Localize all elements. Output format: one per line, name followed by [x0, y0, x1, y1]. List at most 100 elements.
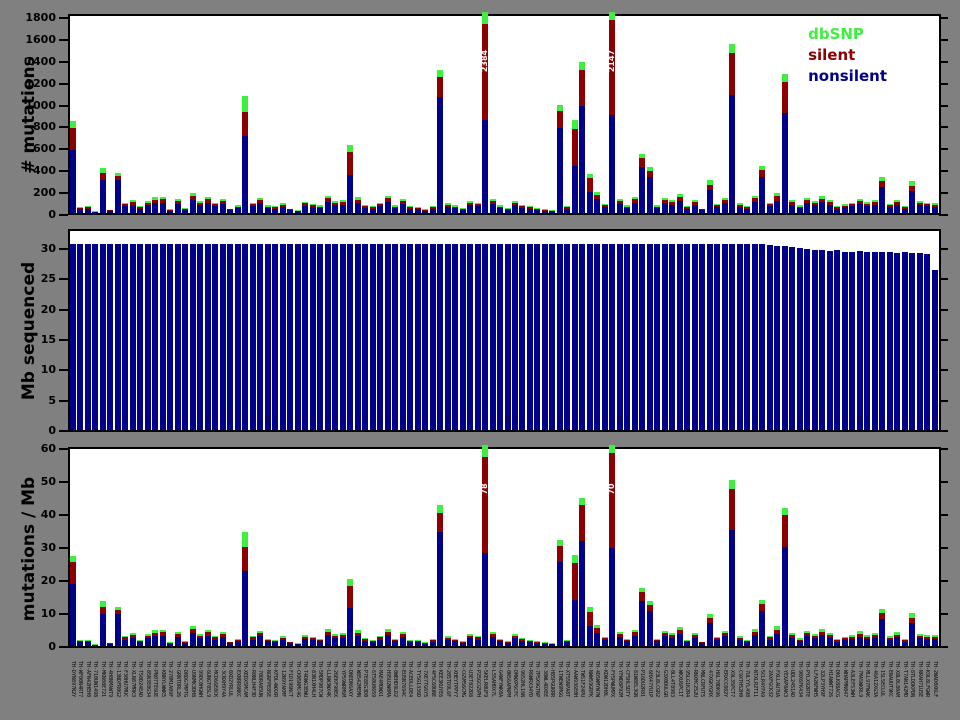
nonsilent-segment: [497, 208, 503, 213]
dbsnp-segment: [609, 445, 616, 454]
nonsilent-segment: [901, 208, 908, 213]
x-tick-label: TH-DMWXP6CFC: [511, 661, 518, 698]
nonsilent-segment: [819, 202, 826, 213]
bar: [144, 634, 151, 646]
y-tick-label: 200: [33, 186, 56, 200]
x-tick-label: TH-P25GCG5PH: [474, 661, 481, 698]
bar: [399, 198, 406, 213]
nonsilent-segment: [924, 639, 931, 646]
nonsilent-segment: [714, 640, 721, 646]
nonsilent-segment: [849, 206, 856, 213]
bar: [167, 209, 174, 213]
y-tick-label: 800: [33, 120, 56, 134]
bar: [467, 200, 474, 213]
bar: [459, 243, 466, 430]
bar: [901, 252, 908, 430]
nonsilent-segment: [167, 643, 174, 646]
nonsilent-segment: [511, 205, 518, 213]
bar: [279, 203, 286, 213]
nonsilent-segment: [422, 210, 429, 213]
bar: [856, 631, 863, 646]
nonsilent-segment: [317, 208, 324, 213]
bar: [699, 243, 706, 430]
nonsilent-segment: [744, 641, 751, 646]
bar: [497, 638, 503, 646]
bar: [122, 202, 129, 213]
y-tick: [939, 339, 948, 341]
nonsilent-segment: [407, 208, 414, 213]
bar: [317, 205, 324, 213]
bar: [556, 104, 563, 213]
bar: [257, 197, 264, 213]
nonsilent-segment: [864, 638, 871, 646]
nonsilent-segment: [826, 205, 833, 213]
x-tick-label: TH-GRNTDRL26: [174, 661, 181, 698]
bar: [212, 635, 219, 646]
bar: [369, 243, 376, 430]
bar: [534, 208, 541, 213]
x-tick-label: TH-KFDL4WXXR: [272, 661, 279, 698]
nonsilent-segment: [646, 610, 653, 646]
y-tick-label: 20: [40, 302, 56, 316]
x-tick-label: TH-46A12XG3A: [871, 661, 878, 698]
x-tick-label: TH-12N9YAKMF: [279, 661, 286, 698]
bar: [212, 243, 219, 430]
x-tick-label: TH-AAW936E0H: [571, 661, 578, 698]
silent-segment: [556, 546, 563, 563]
bar: [114, 243, 121, 430]
dbsnp-segment: [781, 507, 788, 516]
nonsilent-segment: [137, 208, 144, 213]
y-tick: [59, 248, 68, 250]
bar: [467, 634, 474, 646]
nonsilent-segment: [886, 639, 893, 646]
y-tick: [939, 308, 948, 311]
y-tick-label: 10: [40, 363, 56, 377]
bar: [182, 243, 189, 430]
bar: [849, 251, 856, 430]
silent-segment: [99, 173, 106, 181]
bar: [676, 627, 683, 646]
bar: [661, 243, 668, 430]
bar: [369, 639, 376, 646]
bar: [616, 243, 623, 430]
x-tick-label: TH-PYLX92RTE: [804, 661, 811, 698]
bar: [654, 638, 661, 646]
nonsilent-segment: [324, 635, 331, 646]
nonsilent-segment: [99, 613, 106, 646]
nonsilent-segment: [399, 637, 406, 646]
bar: [377, 202, 384, 213]
bar: [279, 243, 286, 430]
bar: [392, 243, 399, 430]
nonsilent-segment: [332, 638, 339, 646]
nonsilent-segment: [781, 113, 788, 213]
y-tick: [59, 104, 68, 107]
bar: [909, 252, 916, 430]
nonsilent-segment: [571, 165, 578, 213]
bar: [287, 243, 294, 430]
x-tick-label: TH-MKN08E721: [99, 661, 106, 698]
silent-segment: [99, 606, 106, 614]
nonsilent-segment: [159, 635, 166, 646]
nonsilent-segment: [871, 637, 878, 646]
y-tick: [59, 278, 68, 281]
nonsilent-segment: [519, 640, 526, 646]
bar: [804, 249, 811, 430]
nonsilent-segment: [197, 205, 204, 213]
bar: [631, 243, 638, 430]
x-tick-label: TH-PN07TE6UE: [152, 661, 159, 698]
bar: [287, 208, 294, 213]
bar: [302, 634, 309, 646]
bar: [414, 243, 421, 430]
bar: [422, 642, 429, 646]
nonsilent-segment: [70, 583, 76, 646]
bar: [841, 204, 848, 213]
nonsilent-segment: [144, 205, 151, 213]
x-tick-label: TH-0XD2YRLUL: [227, 661, 234, 698]
y-tick: [59, 126, 68, 129]
bar: [841, 637, 848, 646]
bar: [174, 198, 181, 213]
x-tick-label: TH-99DC0HGWH: [197, 661, 204, 698]
nonsilent-segment: [676, 200, 683, 213]
nonsilent-segment: [691, 637, 698, 646]
bar: [804, 197, 811, 213]
